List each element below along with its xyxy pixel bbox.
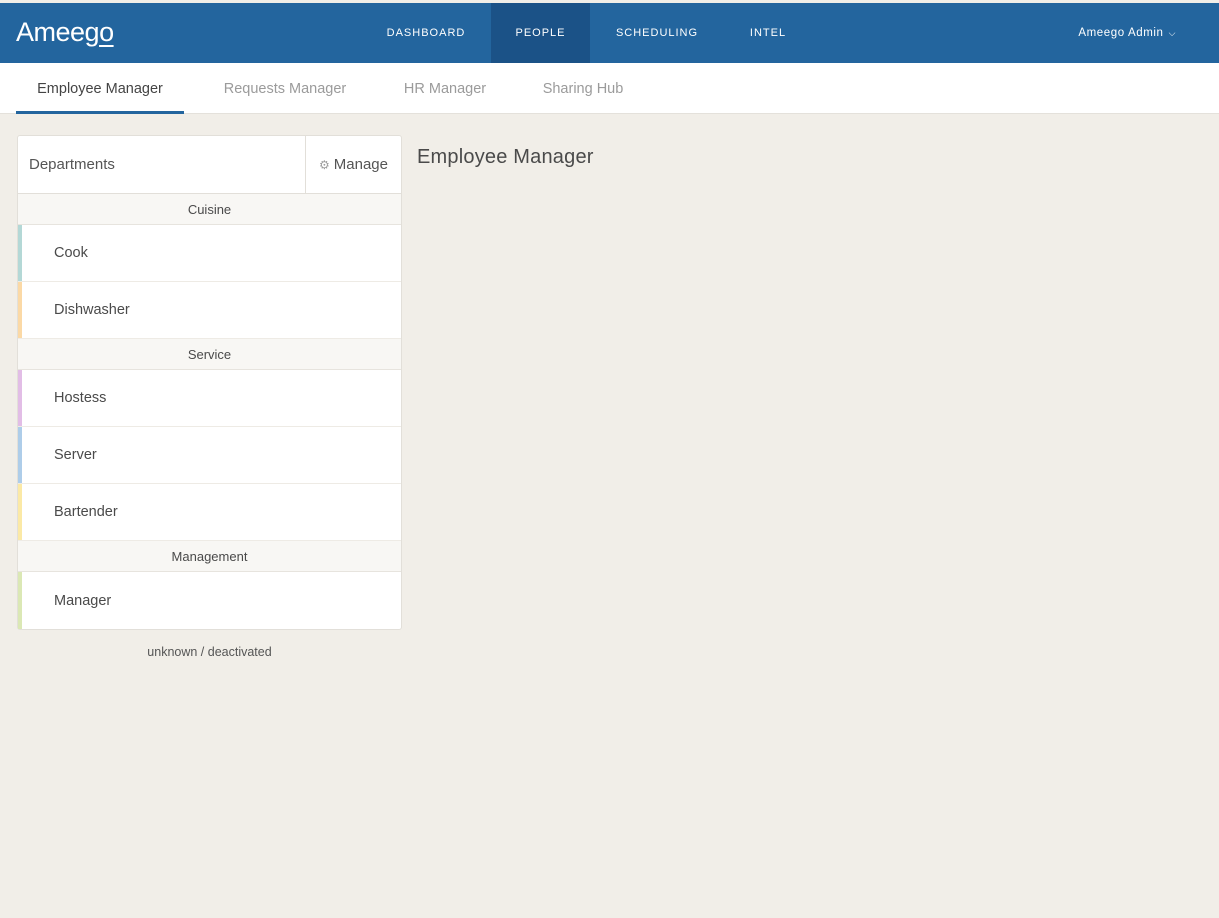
manage-button[interactable]: ⚙ Manage	[305, 136, 401, 193]
logo-text-tail: o	[99, 17, 114, 47]
user-name: Ameego Admin	[1078, 27, 1164, 39]
manage-label: Manage	[333, 156, 388, 173]
role-label: Bartender	[54, 504, 118, 520]
role-color-bar	[18, 484, 22, 540]
departments-panel: Departments ⚙ Manage Cuisine Cook Dishwa…	[17, 135, 402, 630]
gear-icon: ⚙	[319, 157, 330, 172]
group-header-service: Service	[18, 339, 401, 370]
ameego-logo[interactable]: Ameego	[16, 17, 114, 48]
group-header-management: Management	[18, 541, 401, 572]
logo-text: Ameeg	[16, 17, 100, 47]
role-label: Cook	[54, 245, 88, 261]
role-item-bartender[interactable]: Bartender	[18, 484, 401, 541]
role-item-cook[interactable]: Cook	[18, 225, 401, 282]
tab-hr-manager[interactable]: HR Manager	[386, 63, 504, 114]
role-color-bar	[18, 225, 22, 281]
nav-intel[interactable]: INTEL	[724, 3, 812, 63]
role-label: Dishwasher	[54, 302, 130, 318]
tab-employee-manager[interactable]: Employee Manager	[16, 63, 184, 114]
role-item-hostess[interactable]: Hostess	[18, 370, 401, 427]
role-color-bar	[18, 427, 22, 483]
role-color-bar	[18, 282, 22, 338]
role-item-server[interactable]: Server	[18, 427, 401, 484]
page-title: Employee Manager	[417, 146, 594, 168]
role-color-bar	[18, 370, 22, 426]
user-menu[interactable]: Ameego Admin ⌵	[1078, 3, 1176, 63]
role-label: Hostess	[54, 390, 107, 406]
tab-requests-manager[interactable]: Requests Manager	[204, 63, 366, 114]
departments-header: Departments ⚙ Manage	[18, 136, 401, 194]
main-nav: DASHBOARD PEOPLE SCHEDULING INTEL	[361, 3, 812, 63]
group-header-cuisine: Cuisine	[18, 194, 401, 225]
role-item-manager[interactable]: Manager	[18, 572, 401, 629]
role-label: Server	[54, 447, 97, 463]
role-color-bar	[18, 572, 22, 629]
nav-scheduling[interactable]: SCHEDULING	[590, 3, 724, 63]
role-label: Manager	[54, 592, 112, 609]
chevron-down-icon: ⌵	[1168, 27, 1176, 38]
nav-dashboard[interactable]: DASHBOARD	[361, 3, 491, 63]
top-navbar: Ameego DASHBOARD PEOPLE SCHEDULING INTEL…	[0, 3, 1219, 63]
tab-sharing-hub[interactable]: Sharing Hub	[524, 63, 642, 114]
role-item-dishwasher[interactable]: Dishwasher	[18, 282, 401, 339]
unknown-deactivated-link[interactable]: unknown / deactivated	[17, 645, 402, 659]
nav-people[interactable]: PEOPLE	[491, 3, 590, 63]
departments-title: Departments	[29, 156, 115, 173]
sub-nav: Employee Manager Requests Manager HR Man…	[0, 63, 1219, 114]
